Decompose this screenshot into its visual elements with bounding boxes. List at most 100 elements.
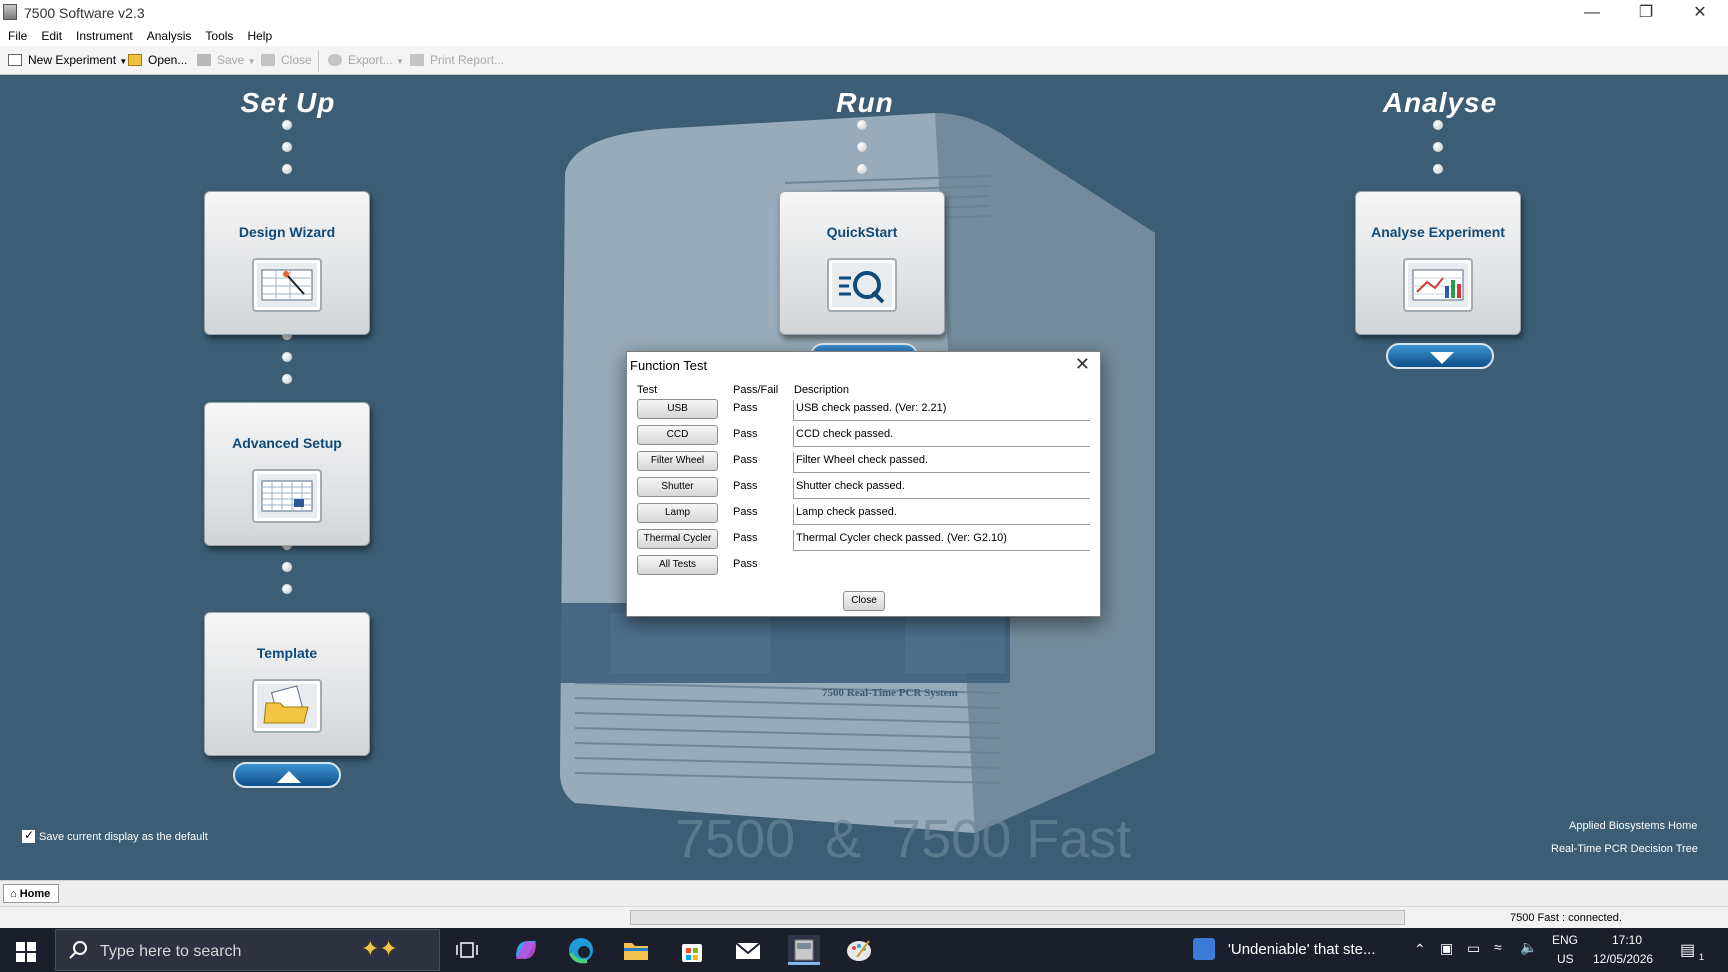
shutter-test-button[interactable]: Shutter xyxy=(637,477,718,497)
taskbar: Type here to search ✦✦ 'Undeniable' that… xyxy=(0,928,1728,972)
notifications-icon[interactable]: ▤ xyxy=(1680,940,1695,960)
show-hidden-icons[interactable]: ⌃ xyxy=(1414,941,1426,958)
battery-icon[interactable]: ▭ xyxy=(1467,940,1480,957)
test-result: Pass xyxy=(733,558,758,570)
all-tests-button[interactable]: All Tests xyxy=(637,555,718,575)
volume-icon[interactable]: 🔈 xyxy=(1520,939,1537,956)
connector-dot xyxy=(282,142,292,152)
status-bar: 7500 Fast : connected. xyxy=(0,906,1728,928)
advanced-setup-icon xyxy=(252,469,322,523)
ccd-test-button[interactable]: CCD xyxy=(637,425,718,445)
menu-analysis[interactable]: Analysis xyxy=(139,26,198,43)
test-row: Filter Wheel Pass Filter Wheel check pas… xyxy=(637,451,1097,477)
dialog-close-icon[interactable]: ✕ xyxy=(1075,354,1090,375)
news-widget[interactable]: 'Undeniable' that ste... xyxy=(1228,941,1376,958)
instrument-label: 7500 Real-Time PCR System xyxy=(822,687,958,699)
dropdown-arrow-icon: ▼ xyxy=(119,57,128,66)
task-view-icon[interactable] xyxy=(452,935,484,965)
connector-dot xyxy=(857,142,867,152)
template-folder-icon xyxy=(252,679,322,733)
decision-tree-link[interactable]: Real-Time PCR Decision Tree xyxy=(1551,843,1698,855)
paint-icon[interactable] xyxy=(843,935,875,965)
instrument-watermark: 7500 & 7500 Fast xyxy=(675,809,1132,869)
test-result: Pass xyxy=(733,506,758,518)
test-description: Shutter check passed. xyxy=(793,478,1090,499)
news-icon[interactable] xyxy=(1193,938,1215,960)
connector-dot xyxy=(282,120,292,130)
minimize-button[interactable]: — xyxy=(1566,0,1618,26)
clock-time[interactable]: 17:10 xyxy=(1612,933,1642,947)
dialog-title: Function Test xyxy=(630,358,708,373)
quickstart-label: QuickStart xyxy=(826,224,898,240)
file-explorer-icon[interactable] xyxy=(620,935,652,965)
design-wizard-card[interactable]: Design Wizard xyxy=(204,191,370,335)
open-button[interactable]: Open... xyxy=(128,53,187,67)
wifi-icon[interactable]: ≈ xyxy=(1494,939,1502,955)
restore-button[interactable]: ❐ xyxy=(1620,0,1672,26)
quickstart-card[interactable]: QuickStart xyxy=(779,191,945,335)
down-arrow-icon xyxy=(1430,352,1454,364)
design-wizard-label: Design Wizard xyxy=(238,224,336,240)
test-row: USB Pass USB check passed. (Ver: 2.21) xyxy=(637,399,1097,425)
edge-icon[interactable] xyxy=(565,935,597,965)
connector-dot xyxy=(282,374,292,384)
header-test: Test xyxy=(637,384,658,396)
close-window-button[interactable]: ✕ xyxy=(1674,0,1726,26)
copilot-icon[interactable] xyxy=(510,935,542,965)
new-experiment-label: New Experiment xyxy=(28,53,117,67)
meet-now-icon[interactable]: ▣ xyxy=(1440,940,1453,957)
export-button[interactable]: Export... ▼ xyxy=(328,53,404,67)
mail-icon[interactable] xyxy=(732,935,764,965)
function-test-dialog: Function Test ✕ Test Pass/Fail Descripti… xyxy=(626,351,1101,617)
analyse-experiment-label: Analyse Experiment xyxy=(1371,224,1505,240)
template-card[interactable]: Template xyxy=(204,612,370,756)
windows-start-icon[interactable] xyxy=(16,942,36,965)
sparkle-icon: ✦✦ xyxy=(361,936,398,961)
dialog-close-button[interactable]: Close xyxy=(843,591,885,611)
toolbar-separator xyxy=(318,50,319,72)
lamp-test-button[interactable]: Lamp xyxy=(637,503,718,523)
filter-wheel-test-button[interactable]: Filter Wheel xyxy=(637,451,718,471)
thermal-cycler-test-button[interactable]: Thermal Cycler xyxy=(637,529,718,549)
dropdown-arrow-icon: ▼ xyxy=(247,57,256,66)
test-description: Lamp check passed. xyxy=(793,504,1090,525)
expand-analyse-button[interactable] xyxy=(1386,343,1494,369)
menu-tools[interactable]: Tools xyxy=(197,26,239,43)
language-indicator[interactable]: ENG xyxy=(1552,933,1578,947)
test-description: USB check passed. (Ver: 2.21) xyxy=(793,400,1090,421)
print-report-button[interactable]: Print Report... xyxy=(410,53,504,67)
menu-file[interactable]: File xyxy=(0,26,33,43)
save-button[interactable]: Save ▼ xyxy=(197,53,256,67)
menu-edit[interactable]: Edit xyxy=(33,26,68,43)
7500-software-taskbar-icon[interactable] xyxy=(788,935,820,965)
close-experiment-button[interactable]: Close xyxy=(261,53,312,67)
advanced-setup-label: Advanced Setup xyxy=(232,435,342,451)
analyse-experiment-card[interactable]: Analyse Experiment xyxy=(1355,191,1521,335)
save-icon xyxy=(197,54,211,66)
usb-test-button[interactable]: USB xyxy=(637,399,718,419)
new-experiment-button[interactable]: New Experiment ▼ xyxy=(8,53,127,67)
export-label: Export... xyxy=(348,53,393,67)
open-label: Open... xyxy=(148,53,188,67)
applied-biosystems-home-link[interactable]: Applied Biosystems Home xyxy=(1569,820,1697,832)
microsoft-store-icon[interactable] xyxy=(676,935,708,965)
connection-status: 7500 Fast : connected. xyxy=(1510,912,1622,924)
connector-dot xyxy=(1433,120,1443,130)
test-result: Pass xyxy=(733,480,758,492)
connector-dot xyxy=(857,164,867,174)
connector-dot xyxy=(282,352,292,362)
menu-instrument[interactable]: Instrument xyxy=(68,26,139,43)
connector-dot xyxy=(857,120,867,130)
advanced-setup-card[interactable]: Advanced Setup xyxy=(204,402,370,546)
collapse-setup-button[interactable] xyxy=(233,762,341,788)
test-description: Thermal Cycler check passed. (Ver: G2.10… xyxy=(793,530,1090,551)
design-wizard-icon xyxy=(252,258,322,312)
menu-help[interactable]: Help xyxy=(239,26,278,43)
setup-title: Set Up xyxy=(240,87,336,118)
new-experiment-icon xyxy=(8,54,22,66)
clock-date: 12/05/2026 xyxy=(1593,952,1654,966)
tab-home[interactable]: ⌂ Home xyxy=(3,884,59,903)
taskbar-search-input[interactable]: Type here to search ✦✦ xyxy=(55,929,440,971)
test-description: Filter Wheel check passed. xyxy=(793,452,1090,473)
save-default-checkbox[interactable]: Save current display as the default xyxy=(22,828,208,843)
